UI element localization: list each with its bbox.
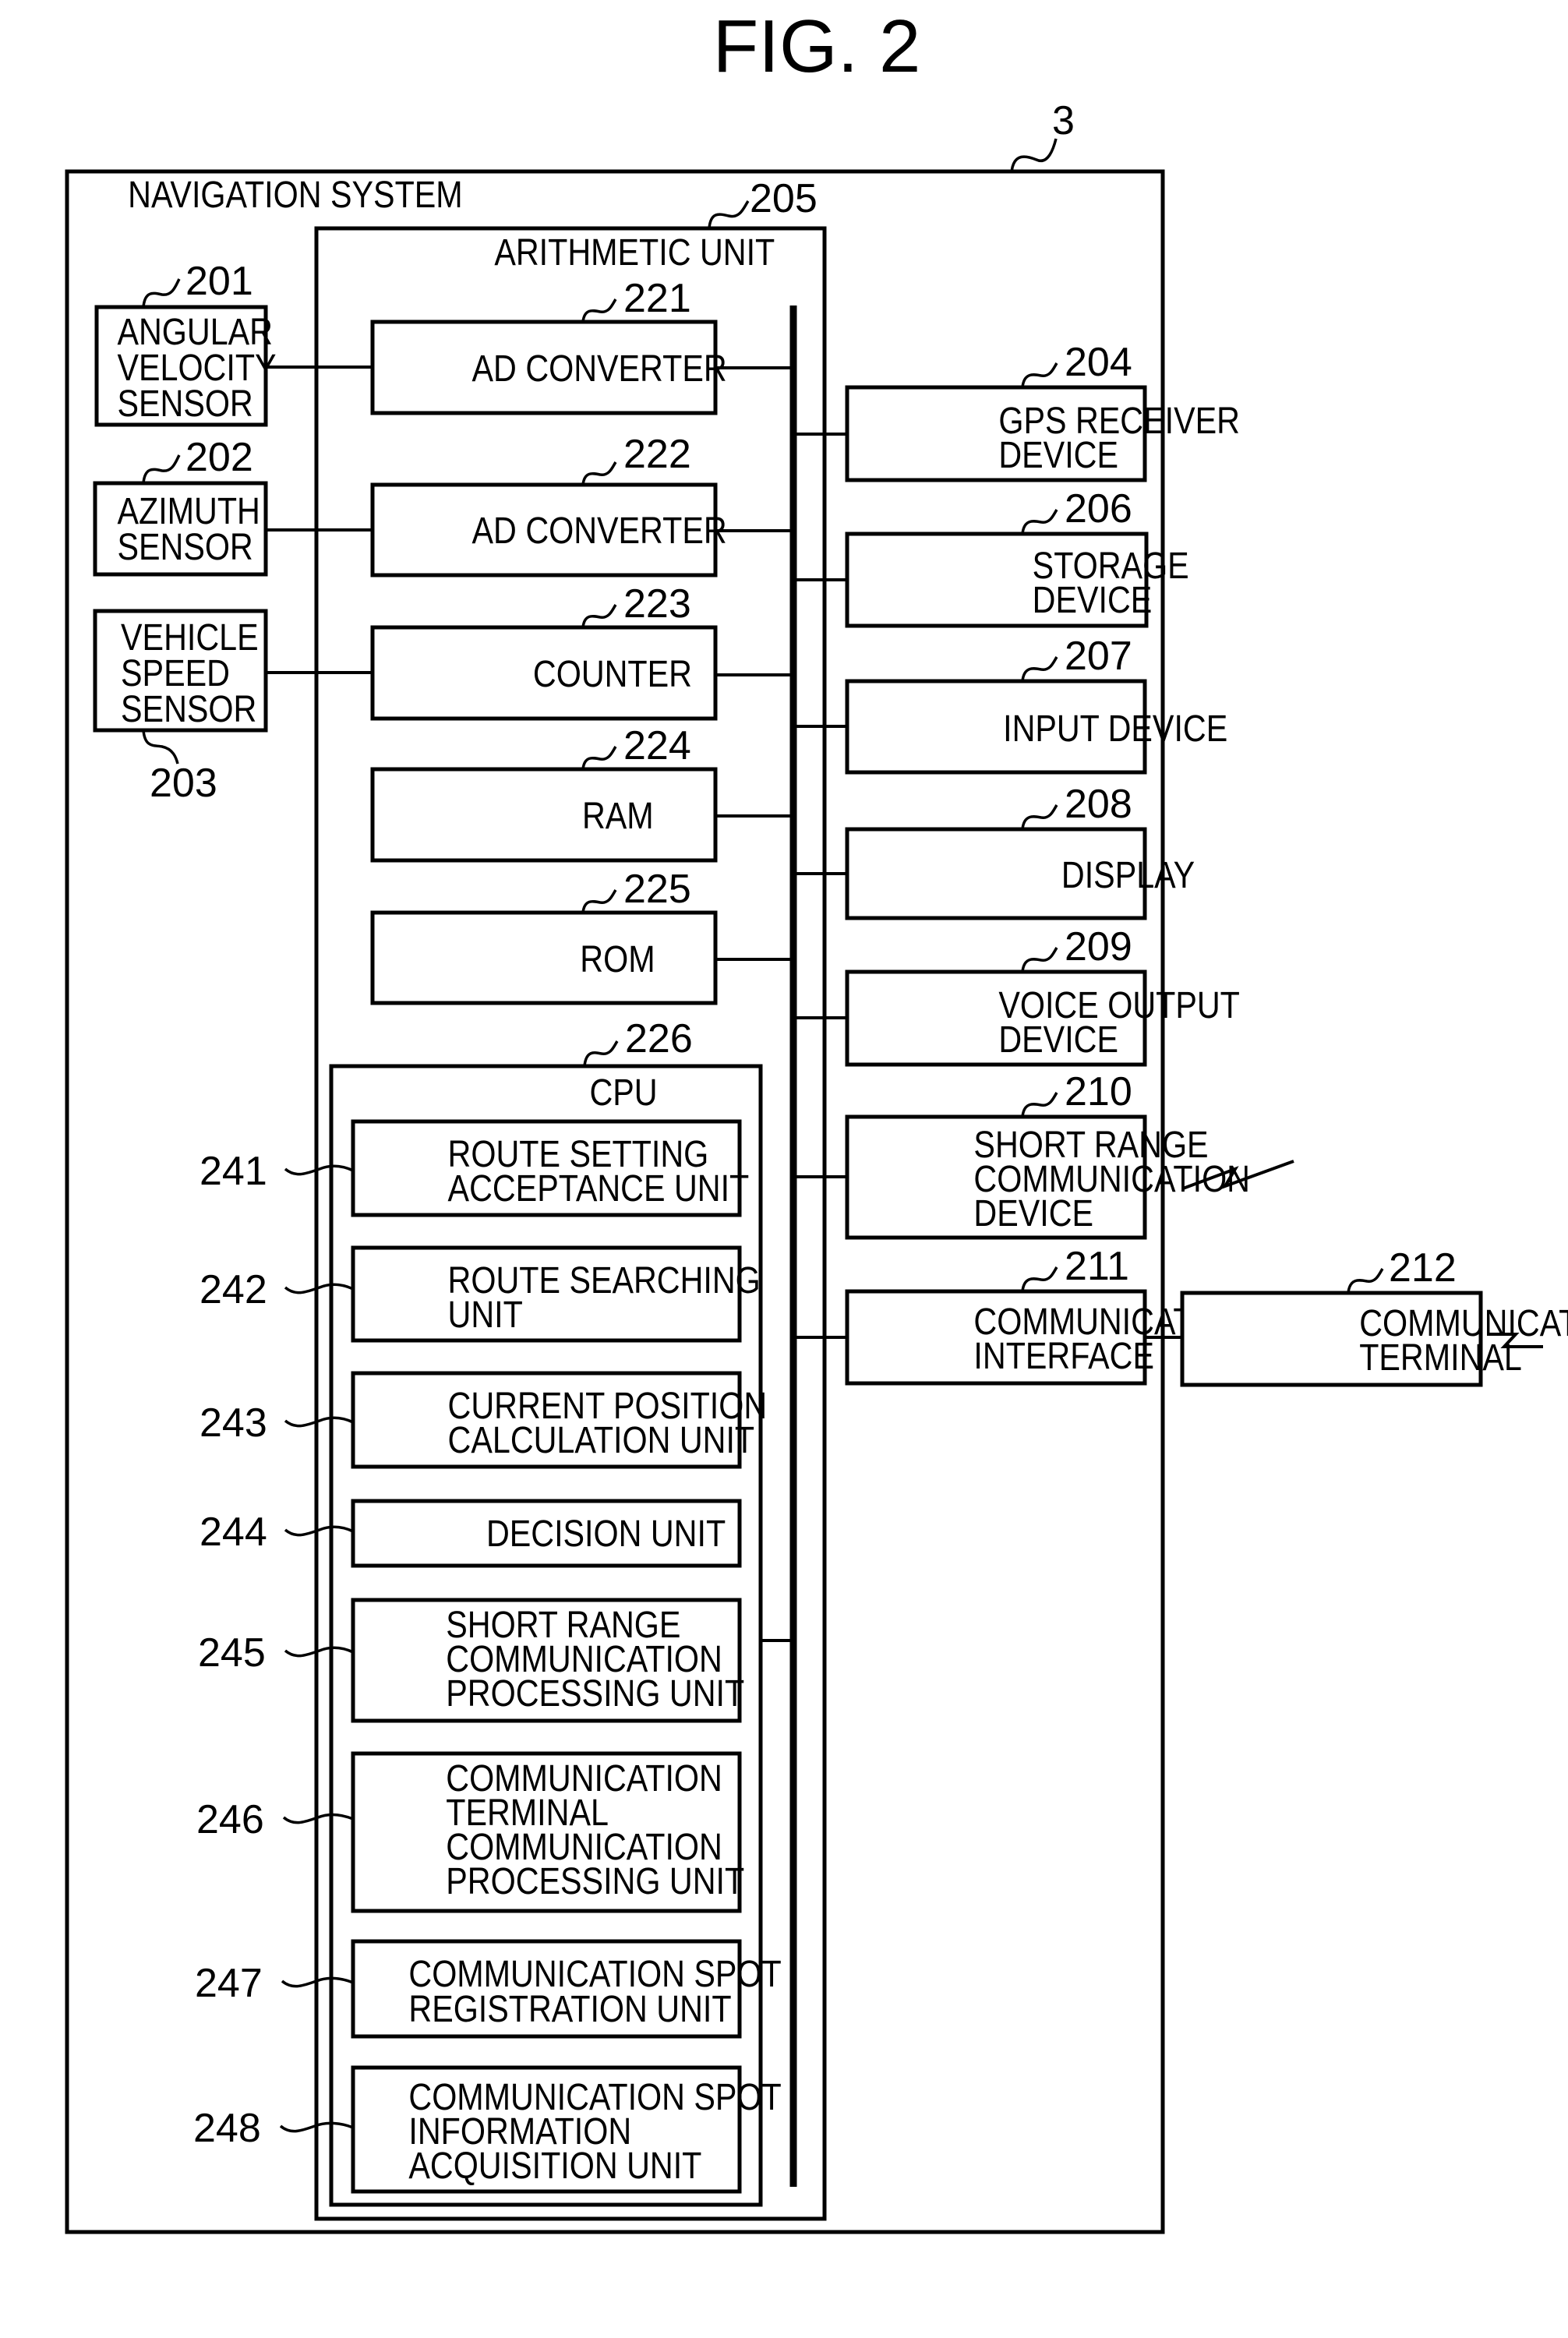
ref-209: 209 [1065, 924, 1132, 969]
external-communication-terminal: COMMUNICATION TERMINAL 212 [1180, 1245, 1568, 1387]
ref-222: 222 [623, 432, 691, 477]
device-label: INTERFACE [973, 1335, 1154, 1377]
cpu-unit-label: PROCESSING UNIT [446, 1860, 744, 1902]
ref-241: 241 [200, 1149, 267, 1194]
leader-squiggle-212 [1347, 1268, 1384, 1294]
ref-245: 245 [198, 1630, 266, 1676]
external-label: TERMINAL [1359, 1337, 1522, 1379]
figure-title: FIG. 2 [713, 5, 921, 88]
ref-223: 223 [623, 581, 691, 627]
ref-225: 225 [623, 867, 691, 912]
ref-207: 207 [1065, 634, 1132, 679]
unit-label: AD CONVERTER [472, 348, 727, 390]
device-label: DEVICE [998, 1019, 1118, 1061]
ref-210: 210 [1065, 1069, 1132, 1114]
navigation-system-label: NAVIGATION SYSTEM [128, 174, 463, 216]
navigation-system-block-diagram: FIG. 2 NAVIGATION SYSTEM 3 ARITHMETIC UN… [65, 5, 1568, 2234]
cpu-unit-label: PROCESSING UNIT [446, 1672, 744, 1715]
ref-246: 246 [196, 1797, 264, 1842]
ref-242: 242 [200, 1267, 267, 1312]
cpu-unit-label: DECISION UNIT [486, 1513, 726, 1555]
device-label: DEVICE [998, 434, 1118, 476]
device-label: DEVICE [973, 1192, 1093, 1234]
ref-204: 204 [1065, 340, 1132, 385]
ref-208: 208 [1065, 782, 1132, 827]
ref-212: 212 [1389, 1245, 1457, 1291]
arithmetic-unit-label: ARITHMETIC UNIT [494, 231, 775, 274]
sensor-label: SENSOR [117, 383, 253, 425]
ref-206: 206 [1065, 486, 1132, 532]
ref-226: 226 [625, 1016, 693, 1061]
cpu-unit-label: ACQUISITION UNIT [408, 2145, 701, 2187]
ref-3: 3 [1052, 98, 1075, 143]
ref-203: 203 [150, 761, 217, 806]
cpu-unit-label: REGISTRATION UNIT [408, 1988, 731, 2030]
ref-221: 221 [623, 276, 691, 321]
cpu-label: CPU [589, 1072, 657, 1114]
sensor-label: SENSOR [121, 688, 256, 730]
unit-label: ROM [580, 938, 655, 980]
device-label: INPUT DEVICE [1003, 708, 1227, 750]
ref-205: 205 [750, 176, 818, 221]
unit-label: AD CONVERTER [472, 510, 727, 552]
ref-201: 201 [185, 259, 253, 304]
unit-label: RAM [582, 795, 654, 837]
cpu-unit-label: ACCEPTANCE UNIT [448, 1167, 750, 1210]
ref-211: 211 [1065, 1244, 1129, 1289]
device-label: DEVICE [1033, 579, 1153, 621]
ref-248: 248 [193, 2106, 261, 2151]
cpu-unit-label: UNIT [448, 1294, 523, 1336]
ref-202: 202 [185, 435, 253, 480]
unit-label: COUNTER [533, 653, 692, 695]
leader-squiggle-3 [1010, 138, 1058, 174]
device-label: DISPLAY [1061, 854, 1195, 896]
sensor-label: SENSOR [117, 526, 253, 568]
ref-243: 243 [200, 1400, 267, 1446]
ref-247: 247 [195, 1961, 263, 2006]
cpu-unit-label: CALCULATION UNIT [448, 1419, 755, 1461]
ref-224: 224 [623, 723, 691, 768]
ref-244: 244 [200, 1510, 267, 1555]
